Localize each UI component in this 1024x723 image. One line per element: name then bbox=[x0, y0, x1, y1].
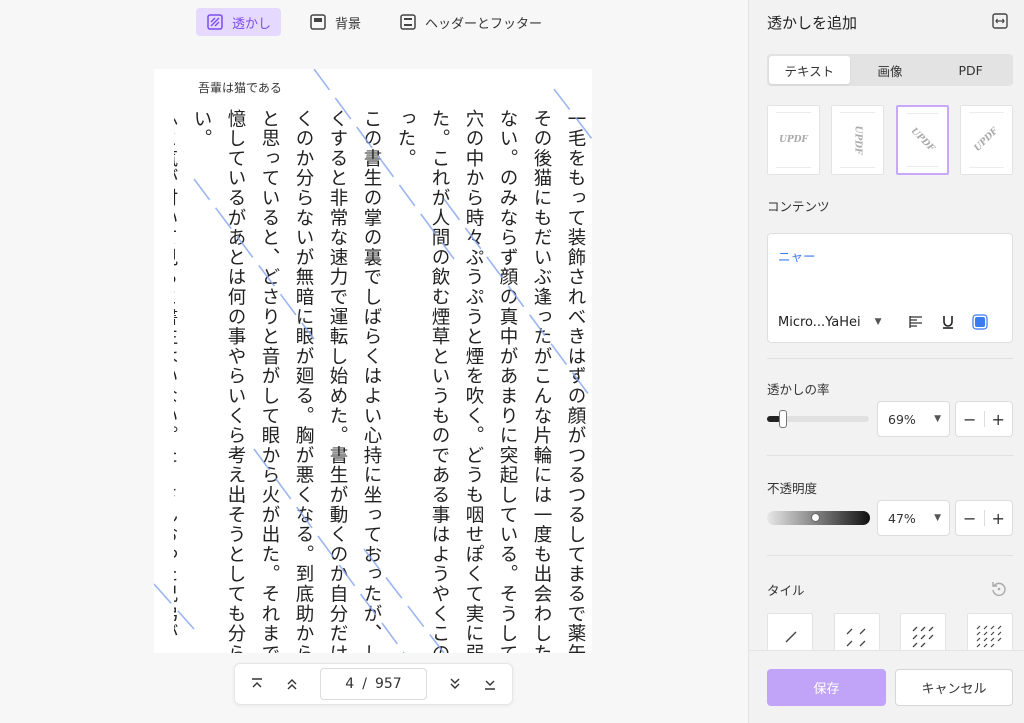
tab-image[interactable]: 画像 bbox=[850, 56, 931, 84]
align-icon[interactable] bbox=[906, 312, 926, 332]
preset-horizontal[interactable]: UPDF bbox=[767, 105, 820, 175]
background-icon bbox=[310, 14, 326, 30]
watermark-icon bbox=[207, 14, 223, 30]
ratio-value: 69% bbox=[888, 411, 916, 427]
tile-single[interactable] bbox=[767, 613, 813, 653]
font-name: Micro...YaHei bbox=[778, 314, 861, 330]
preset-list: UPDF UPDF UPDF UPDF bbox=[767, 105, 1013, 177]
ratio-decrement-button[interactable]: − bbox=[956, 410, 984, 429]
document-body: 一毛をもって装飾されべきはずの顔がつるつるしてまるで薬缶だ。その後猫にもだいぶ逢… bbox=[174, 109, 592, 653]
content-editor: ニャー Micro...YaHei ▼ bbox=[767, 233, 1013, 343]
previous-page-button[interactable] bbox=[274, 667, 309, 701]
tab-text[interactable]: テキスト bbox=[769, 56, 850, 84]
preset-diagonal-down[interactable]: UPDF bbox=[895, 105, 949, 175]
total-pages: 957 bbox=[374, 676, 402, 692]
top-toolbar: 透かし 背景 ヘッダーとフッター bbox=[0, 0, 748, 44]
page-number-field[interactable]: 4 / 957 bbox=[319, 668, 428, 700]
reset-icon[interactable] bbox=[990, 580, 1008, 598]
text-color-swatch[interactable] bbox=[970, 312, 990, 332]
chevron-down-icon: ▼ bbox=[934, 513, 941, 523]
last-page-button[interactable] bbox=[473, 667, 508, 701]
page-header-text: 吾輩は猫である bbox=[198, 81, 282, 95]
header-footer-icon bbox=[400, 14, 416, 30]
tile-dense[interactable] bbox=[966, 613, 1013, 653]
cancel-button[interactable]: キャンセル bbox=[895, 669, 1013, 706]
opacity-slider-handle[interactable] bbox=[811, 513, 820, 522]
watermark-text-input[interactable]: ニャー bbox=[778, 246, 816, 265]
current-page: 4 bbox=[345, 676, 355, 692]
collapse-panel-icon[interactable] bbox=[991, 12, 1009, 30]
preset-label: UPDF bbox=[852, 125, 863, 155]
ratio-select[interactable]: 69% ▼ bbox=[877, 401, 950, 437]
background-tool-label: 背景 bbox=[334, 16, 361, 32]
ratio-increment-button[interactable]: + bbox=[985, 410, 1013, 429]
next-page-button[interactable] bbox=[437, 667, 472, 701]
content-section-label: コンテンツ bbox=[767, 199, 830, 214]
divider bbox=[767, 555, 1013, 556]
opacity-section-label: 不透明度 bbox=[767, 481, 818, 496]
preset-label: UPDF bbox=[972, 126, 1001, 154]
text-format-toolbar: Micro...YaHei ▼ bbox=[768, 302, 1012, 342]
paragraph: この書生の掌の裏でしばらくはよい心持に坐っておったが、しばらくすると非常な速力で… bbox=[191, 109, 382, 653]
double-chevron-up-icon bbox=[287, 679, 297, 690]
page-navigator: 4 / 957 bbox=[234, 663, 513, 705]
header-footer-tool-button[interactable]: ヘッダーとフッター bbox=[389, 8, 552, 36]
background-tool-button[interactable]: 背景 bbox=[299, 8, 371, 36]
preset-label: UPDF bbox=[908, 126, 936, 154]
chevron-down-icon: ▼ bbox=[934, 414, 941, 424]
ratio-slider-handle[interactable] bbox=[779, 410, 787, 428]
opacity-slider[interactable] bbox=[767, 511, 870, 525]
tile-medium[interactable] bbox=[900, 613, 947, 653]
divider bbox=[767, 455, 1013, 456]
panel-footer: 保存 キャンセル bbox=[749, 650, 1024, 723]
page-separator: / bbox=[362, 676, 367, 692]
opacity-increment-button[interactable]: + bbox=[985, 509, 1013, 528]
chevron-down-bar-icon bbox=[485, 680, 496, 690]
first-page-button[interactable] bbox=[239, 667, 274, 701]
watermark-tool-label: 透かし bbox=[231, 16, 271, 32]
document-page: 吾輩は猫である 一毛をもって装飾されべきはずの顔がつるつるしてまるで薬缶だ。その… bbox=[154, 69, 592, 653]
paragraph: ふと気が付いて見ると書生はいない。たくさんおった兄弟が bbox=[174, 109, 178, 644]
opacity-decrement-button[interactable]: − bbox=[956, 509, 984, 528]
preset-label: UPDF bbox=[779, 135, 808, 145]
panel-title: 透かしを追加 bbox=[767, 14, 858, 32]
save-button[interactable]: 保存 bbox=[767, 669, 886, 706]
underline-icon[interactable] bbox=[938, 312, 958, 332]
tab-pdf[interactable]: PDF bbox=[930, 56, 1011, 84]
paragraph: 一毛をもって装飾されべきはずの顔がつるつるしてまるで薬缶だ。その後猫にもだいぶ逢… bbox=[395, 109, 586, 653]
ratio-slider[interactable] bbox=[767, 410, 869, 428]
chevron-up-bar-icon bbox=[251, 678, 262, 688]
watermark-panel: 透かしを追加 テキスト 画像 PDF UPDF UPDF UPDF UPDF コ… bbox=[748, 0, 1024, 723]
divider bbox=[767, 358, 1013, 359]
watermark-type-tabs: テキスト 画像 PDF bbox=[767, 54, 1013, 86]
header-footer-tool-label: ヘッダーとフッター bbox=[425, 16, 543, 32]
tile-options bbox=[767, 613, 1013, 653]
opacity-value: 47% bbox=[888, 510, 916, 526]
preset-vertical[interactable]: UPDF bbox=[831, 105, 885, 175]
font-dropdown-caret[interactable]: ▼ bbox=[875, 317, 882, 327]
tile-sparse[interactable] bbox=[833, 613, 880, 653]
watermark-tool-button[interactable]: 透かし bbox=[195, 8, 281, 36]
ratio-section-label: 透かしの率 bbox=[767, 382, 830, 397]
opacity-stepper: − + bbox=[955, 500, 1013, 536]
ratio-stepper: − + bbox=[955, 401, 1013, 437]
double-chevron-down-icon bbox=[450, 678, 460, 689]
preset-diagonal-up[interactable]: UPDF bbox=[959, 105, 1013, 175]
tile-section-label: タイル bbox=[767, 583, 805, 598]
opacity-select[interactable]: 47% ▼ bbox=[877, 500, 950, 536]
